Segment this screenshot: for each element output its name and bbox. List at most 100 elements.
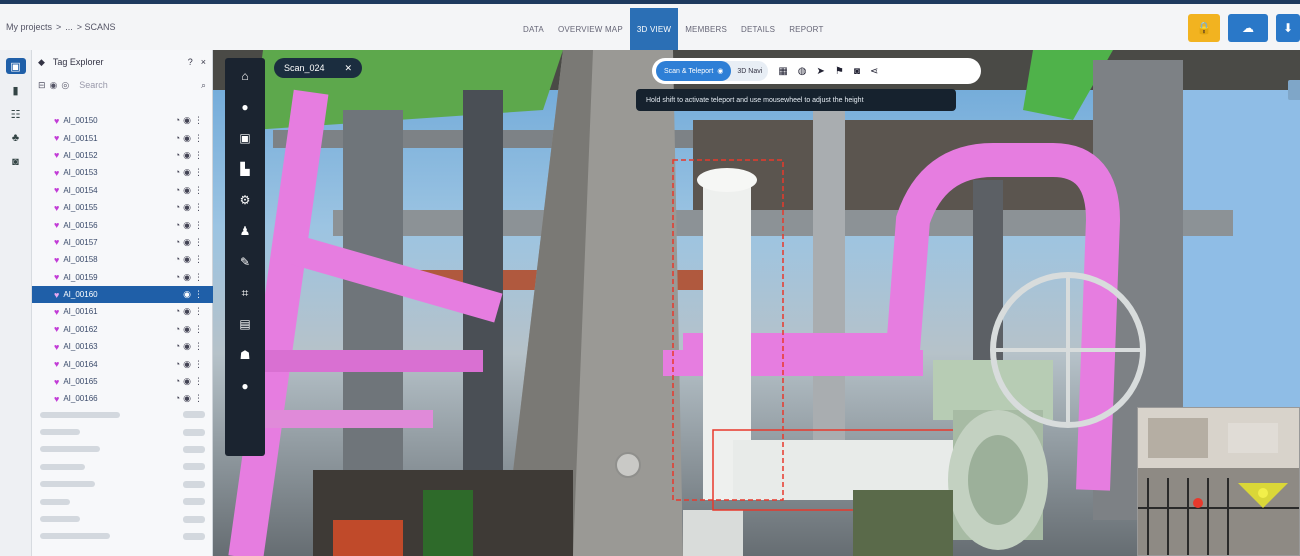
- tag-row[interactable]: ♥ AI_00163 ◔ ◉ ⋮: [32, 338, 213, 355]
- point-button[interactable]: ●: [225, 94, 265, 120]
- more-icon[interactable]: ⋮: [194, 115, 203, 126]
- collapsed-group-row[interactable]: [40, 458, 205, 475]
- clock-icon[interactable]: ◔: [175, 150, 180, 161]
- clock-icon[interactable]: ◔: [175, 272, 180, 283]
- tag-row[interactable]: ♥ AI_00154 ◔ ◉ ⋮: [32, 182, 213, 199]
- breadcrumb-projects[interactable]: My projects: [6, 22, 52, 32]
- tag-row[interactable]: ♥ AI_00155 ◔ ◉ ⋮: [32, 199, 213, 216]
- clock-icon[interactable]: ◔: [175, 306, 180, 317]
- more-icon[interactable]: ⋮: [194, 254, 203, 265]
- eye-icon[interactable]: ◉: [183, 359, 191, 370]
- flag-icon[interactable]: ⚑: [835, 66, 844, 77]
- tag-row[interactable]: ♥ AI_00160 ◉ ⋮: [32, 285, 213, 304]
- collapsed-group-row[interactable]: [40, 441, 205, 458]
- info-button[interactable]: ●: [225, 373, 265, 399]
- eye-icon[interactable]: ◉: [183, 185, 191, 196]
- help-button[interactable]: ?: [188, 57, 193, 67]
- clock-icon[interactable]: ◔: [175, 359, 180, 370]
- visibility-icon[interactable]: ◉: [50, 80, 58, 91]
- eye-icon[interactable]: ◉: [183, 202, 191, 213]
- eye-icon[interactable]: ◉: [183, 237, 191, 248]
- tag-row[interactable]: ♥ AI_00162 ◔ ◉ ⋮: [32, 321, 213, 338]
- rail-camera-button[interactable]: ◙: [6, 154, 26, 170]
- measure-button[interactable]: ✎: [225, 249, 265, 275]
- clock-icon[interactable]: ◔: [175, 167, 180, 178]
- download-button[interactable]: ⬇: [1276, 14, 1300, 42]
- rail-list-button[interactable]: ☷: [6, 106, 26, 122]
- camera-icon[interactable]: ◙: [854, 66, 860, 77]
- collapsed-group-row[interactable]: [40, 510, 205, 527]
- more-icon[interactable]: ⋮: [194, 324, 203, 335]
- eye-icon[interactable]: ◉: [183, 167, 191, 178]
- clock-icon[interactable]: ◔: [175, 254, 180, 265]
- filter-icon[interactable]: ⊟: [38, 80, 46, 91]
- tab-3d-view[interactable]: 3D VIEW: [629, 8, 679, 50]
- more-icon[interactable]: ⋮: [194, 289, 203, 300]
- minimap[interactable]: [1137, 407, 1300, 556]
- tag-row[interactable]: ♥ AI_00159 ◔ ◉ ⋮: [32, 269, 213, 286]
- tab-overview-map[interactable]: OVERVIEW MAP: [551, 8, 630, 50]
- tag-row[interactable]: ♥ AI_00153 ◔ ◉ ⋮: [32, 164, 213, 181]
- tab-members[interactable]: MEMBERS: [678, 8, 734, 50]
- scan-chip[interactable]: Scan_024 ✕: [274, 58, 362, 78]
- clock-icon[interactable]: ◔: [175, 324, 180, 335]
- share-icon[interactable]: ⋖: [870, 66, 878, 77]
- eye-icon[interactable]: ◉: [183, 220, 191, 231]
- close-panel-button[interactable]: ×: [201, 57, 206, 67]
- collapsed-group-row[interactable]: [40, 476, 205, 493]
- tag-row[interactable]: ♥ AI_00158 ◔ ◉ ⋮: [32, 251, 213, 268]
- cart-button[interactable]: ▙: [225, 156, 265, 182]
- more-icon[interactable]: ⋮: [194, 220, 203, 231]
- tab-report[interactable]: REPORT: [782, 8, 830, 50]
- eye-icon[interactable]: ◉: [183, 324, 191, 335]
- tag-row[interactable]: ♥ AI_00156 ◔ ◉ ⋮: [32, 216, 213, 233]
- cursor-icon[interactable]: ➤: [817, 66, 825, 77]
- more-icon[interactable]: ⋮: [194, 272, 203, 283]
- tag-row[interactable]: ♥ AI_00157 ◔ ◉ ⋮: [32, 234, 213, 251]
- scan-teleport-button[interactable]: Scan & Teleport ◉: [656, 61, 732, 81]
- more-icon[interactable]: ⋮: [194, 167, 203, 178]
- scan-chip-close-button[interactable]: ✕: [344, 63, 352, 74]
- clock-icon[interactable]: ◔: [175, 202, 180, 213]
- tag-row[interactable]: ♥ AI_00151 ◔ ◉ ⋮: [32, 129, 213, 146]
- tag-row[interactable]: ♥ AI_00161 ◔ ◉ ⋮: [32, 303, 213, 320]
- more-icon[interactable]: ⋮: [194, 341, 203, 352]
- tab-data[interactable]: DATA: [516, 8, 551, 50]
- rail-layers-button[interactable]: ♣: [6, 130, 26, 146]
- collapsed-group-row[interactable]: [40, 493, 205, 510]
- clock-icon[interactable]: ◔: [175, 393, 180, 404]
- right-edge-tab[interactable]: [1288, 80, 1300, 100]
- breadcrumb-ellipsis[interactable]: ...: [65, 22, 73, 32]
- lock-button[interactable]: 🔒: [1188, 14, 1220, 42]
- more-icon[interactable]: ⋮: [194, 393, 203, 404]
- 3d-navi-button[interactable]: 3D Navi: [731, 68, 768, 75]
- user-button[interactable]: ♟: [225, 218, 265, 244]
- person-button[interactable]: ☗: [225, 342, 265, 368]
- more-icon[interactable]: ⋮: [194, 150, 203, 161]
- tag-row[interactable]: ♥ AI_00150 ◔ ◉ ⋮: [32, 112, 213, 129]
- clock-icon[interactable]: ◔: [175, 220, 180, 231]
- rail-folder-button[interactable]: ▮: [6, 82, 26, 98]
- clock-icon[interactable]: ◔: [175, 341, 180, 352]
- tab-details[interactable]: DETAILS: [734, 8, 782, 50]
- stack-icon[interactable]: ◍: [798, 66, 807, 77]
- clock-icon[interactable]: ◔: [175, 237, 180, 248]
- collapsed-group-row[interactable]: [40, 528, 205, 545]
- eye-icon[interactable]: ◉: [183, 306, 191, 317]
- collapsed-group-row[interactable]: [40, 406, 205, 423]
- tag-row[interactable]: ♥ AI_00152 ◔ ◉ ⋮: [32, 147, 213, 164]
- search-icon[interactable]: ⌕: [201, 80, 206, 91]
- more-icon[interactable]: ⋮: [194, 306, 203, 317]
- eye-icon[interactable]: ◉: [183, 150, 191, 161]
- eye-icon[interactable]: ◉: [183, 341, 191, 352]
- eye-icon[interactable]: ◉: [183, 254, 191, 265]
- eye-icon[interactable]: ◉: [183, 376, 191, 387]
- clock-icon[interactable]: ◔: [175, 376, 180, 387]
- clock-icon[interactable]: ◔: [175, 115, 180, 126]
- more-icon[interactable]: ⋮: [194, 359, 203, 370]
- more-icon[interactable]: ⋮: [194, 376, 203, 387]
- eye-icon[interactable]: ◉: [183, 289, 191, 300]
- panel-button[interactable]: ▤: [225, 311, 265, 337]
- tag-row[interactable]: ♥ AI_00164 ◔ ◉ ⋮: [32, 355, 213, 372]
- tag-row[interactable]: ♥ AI_00165 ◔ ◉ ⋮: [32, 373, 213, 390]
